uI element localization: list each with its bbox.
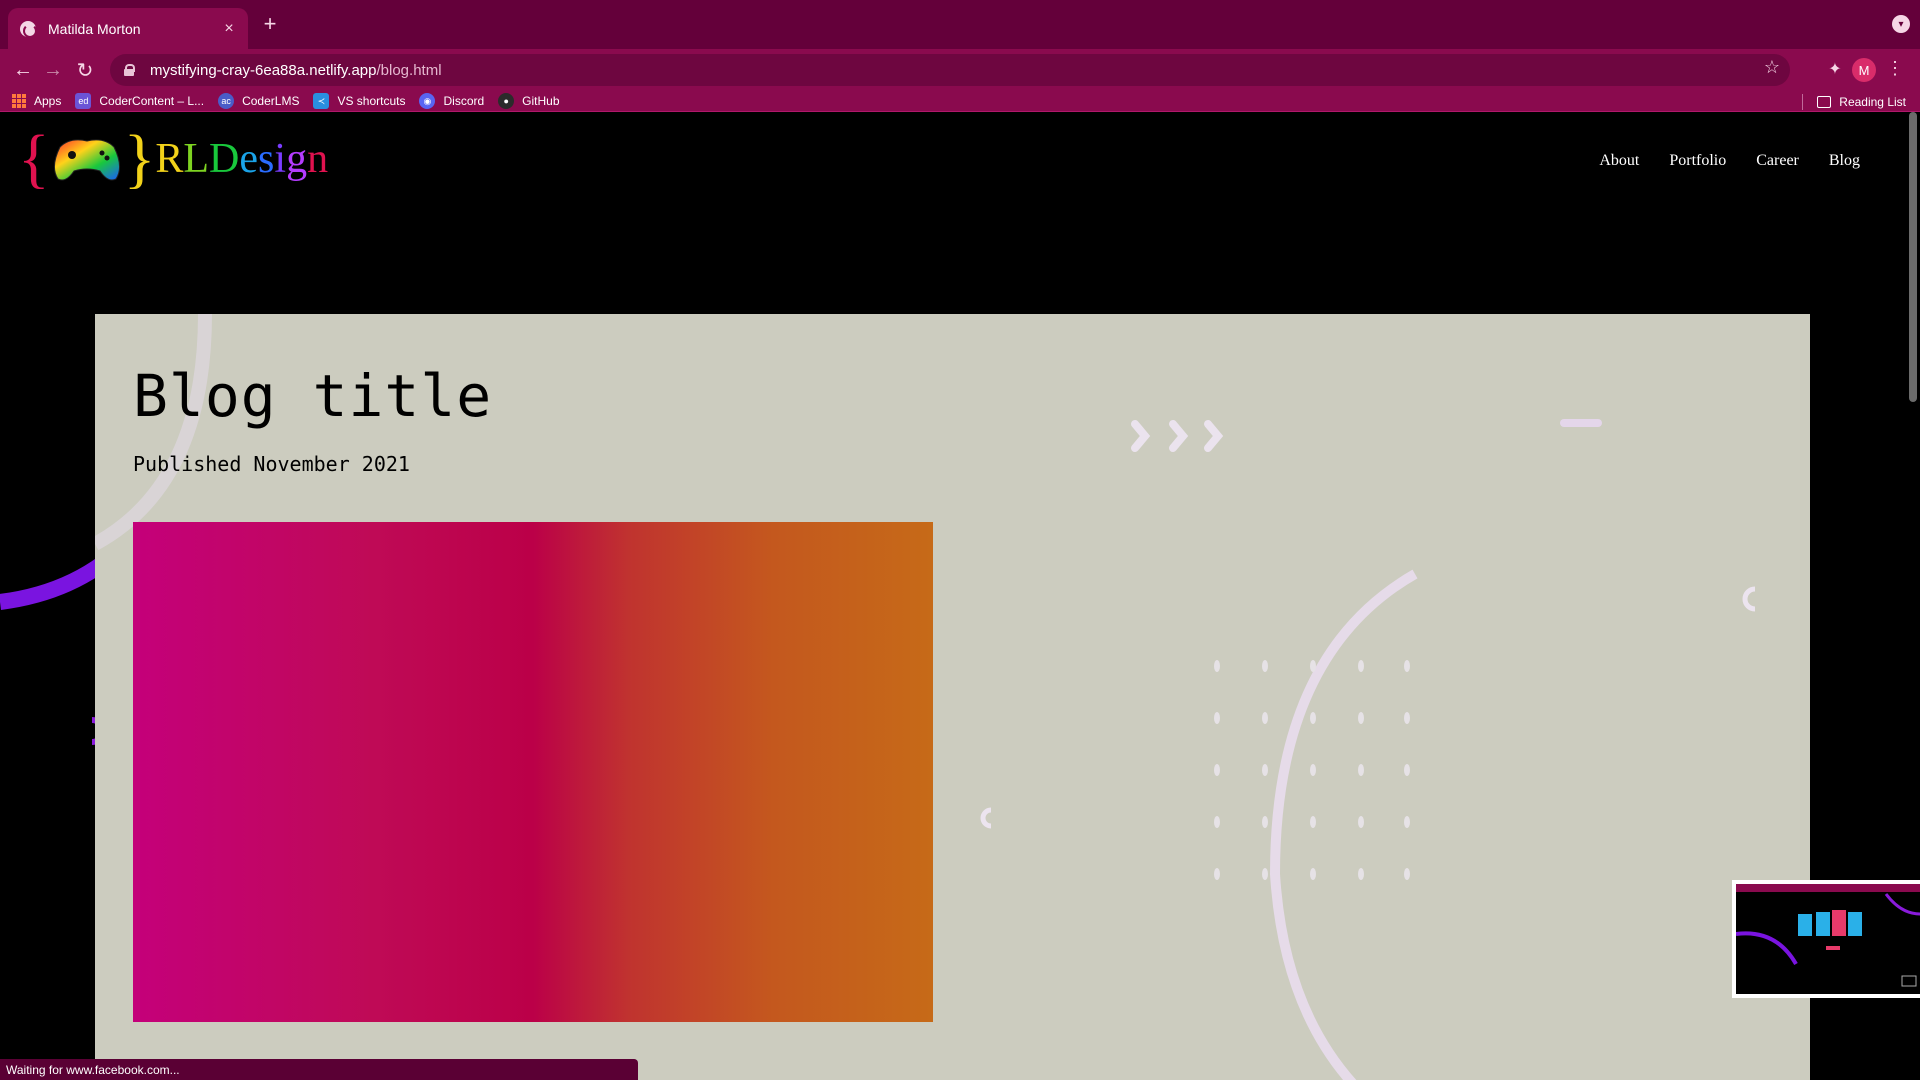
close-tab-icon[interactable]: × [220,20,238,38]
lock-icon [124,64,135,76]
extensions-puzzle-icon[interactable]: ✦ [1824,58,1846,80]
reload-icon[interactable]: ↻ [72,57,98,83]
tab-strip: Matilda Morton × + ▾ [0,0,1920,49]
pip-video-preview [1736,884,1920,994]
bookmark-vs-shortcuts[interactable]: ≺ VS shortcuts [313,93,405,109]
site-nav: About Portfolio Career Blog [1599,152,1860,170]
nav-blog[interactable]: Blog [1829,152,1860,170]
back-arrow-icon[interactable]: ← [10,57,36,83]
divider [1802,94,1804,110]
browser-toolbar: ← → ↻ mystifying-cray-6ea88a.netlify.app… [0,49,1920,91]
active-tab[interactable]: Matilda Morton × [8,8,248,49]
scrollbar-thumb[interactable] [1909,112,1917,402]
logo-text: RLDesign [155,136,329,182]
url-host: mystifying-cray-6ea88a.netlify.app [150,61,377,79]
bookmark-star-icon[interactable]: ☆ [1764,57,1780,78]
nav-career[interactable]: Career [1756,152,1799,170]
tab-search-icon[interactable]: ▾ [1892,15,1910,33]
site-logo[interactable]: { } RLDesign [18,124,328,194]
globe-icon [20,20,37,38]
reading-list-button[interactable]: Reading List [1802,94,1906,110]
reading-list-label: Reading List [1839,95,1906,109]
bookmarks-bar: Apps ed CoderContent – L... ac CoderLMS … [0,91,1920,112]
github-icon: ● [498,93,515,109]
gamepad-icon [53,139,120,181]
address-bar[interactable]: mystifying-cray-6ea88a.netlify.app/blog.… [110,54,1790,86]
status-bar: Waiting for www.facebook.com... [0,1059,638,1080]
bookmark-label: CoderContent – L... [99,94,205,108]
url-path: /blog.html [376,61,442,79]
logo-close-brace: } [123,122,156,195]
bookmark-label: Apps [34,94,62,108]
apps-grid-icon [12,94,26,108]
pip-video-thumbnail[interactable] [1732,880,1920,998]
bookmark-codercontent[interactable]: ed CoderContent – L... [75,93,204,109]
vscode-icon: ≺ [313,93,330,109]
bookmark-coderlms[interactable]: ac CoderLMS [218,93,299,109]
post-published-date: Published November 2021 [133,452,410,476]
ed-icon: ed [75,93,92,109]
nav-about[interactable]: About [1599,152,1639,170]
bookmark-apps[interactable]: Apps [12,94,61,108]
forward-arrow-icon[interactable]: → [40,57,66,83]
bookmark-discord[interactable]: ◉ Discord [419,93,484,109]
bookmark-label: VS shortcuts [337,94,406,108]
web-page: { } RLDesign About Portfolio Career Blog [0,112,1920,1080]
logo-open-brace: { [18,122,50,195]
reading-list-icon [1817,96,1832,108]
bookmark-label: GitHub [522,94,560,108]
post-hero-image [133,522,933,1022]
pip-preview-graphic [1736,884,1920,987]
profile-avatar[interactable]: M [1852,58,1876,82]
new-tab-button[interactable]: + [258,11,282,36]
tab-title: Matilda Morton [48,20,141,37]
menu-kebab-icon[interactable]: ⋮ [1886,58,1904,79]
discord-icon: ◉ [419,93,436,109]
blog-post-card: Blog title Published November 2021 [95,314,1810,1080]
bookmark-github[interactable]: ● GitHub [498,93,560,109]
coderlms-icon: ac [218,93,235,109]
logo-wordmark: RLDesign [155,135,328,183]
nav-portfolio[interactable]: Portfolio [1669,152,1726,170]
bookmark-label: Discord [443,94,485,108]
post-title: Blog title [133,362,493,430]
bookmark-label: CoderLMS [242,94,300,108]
